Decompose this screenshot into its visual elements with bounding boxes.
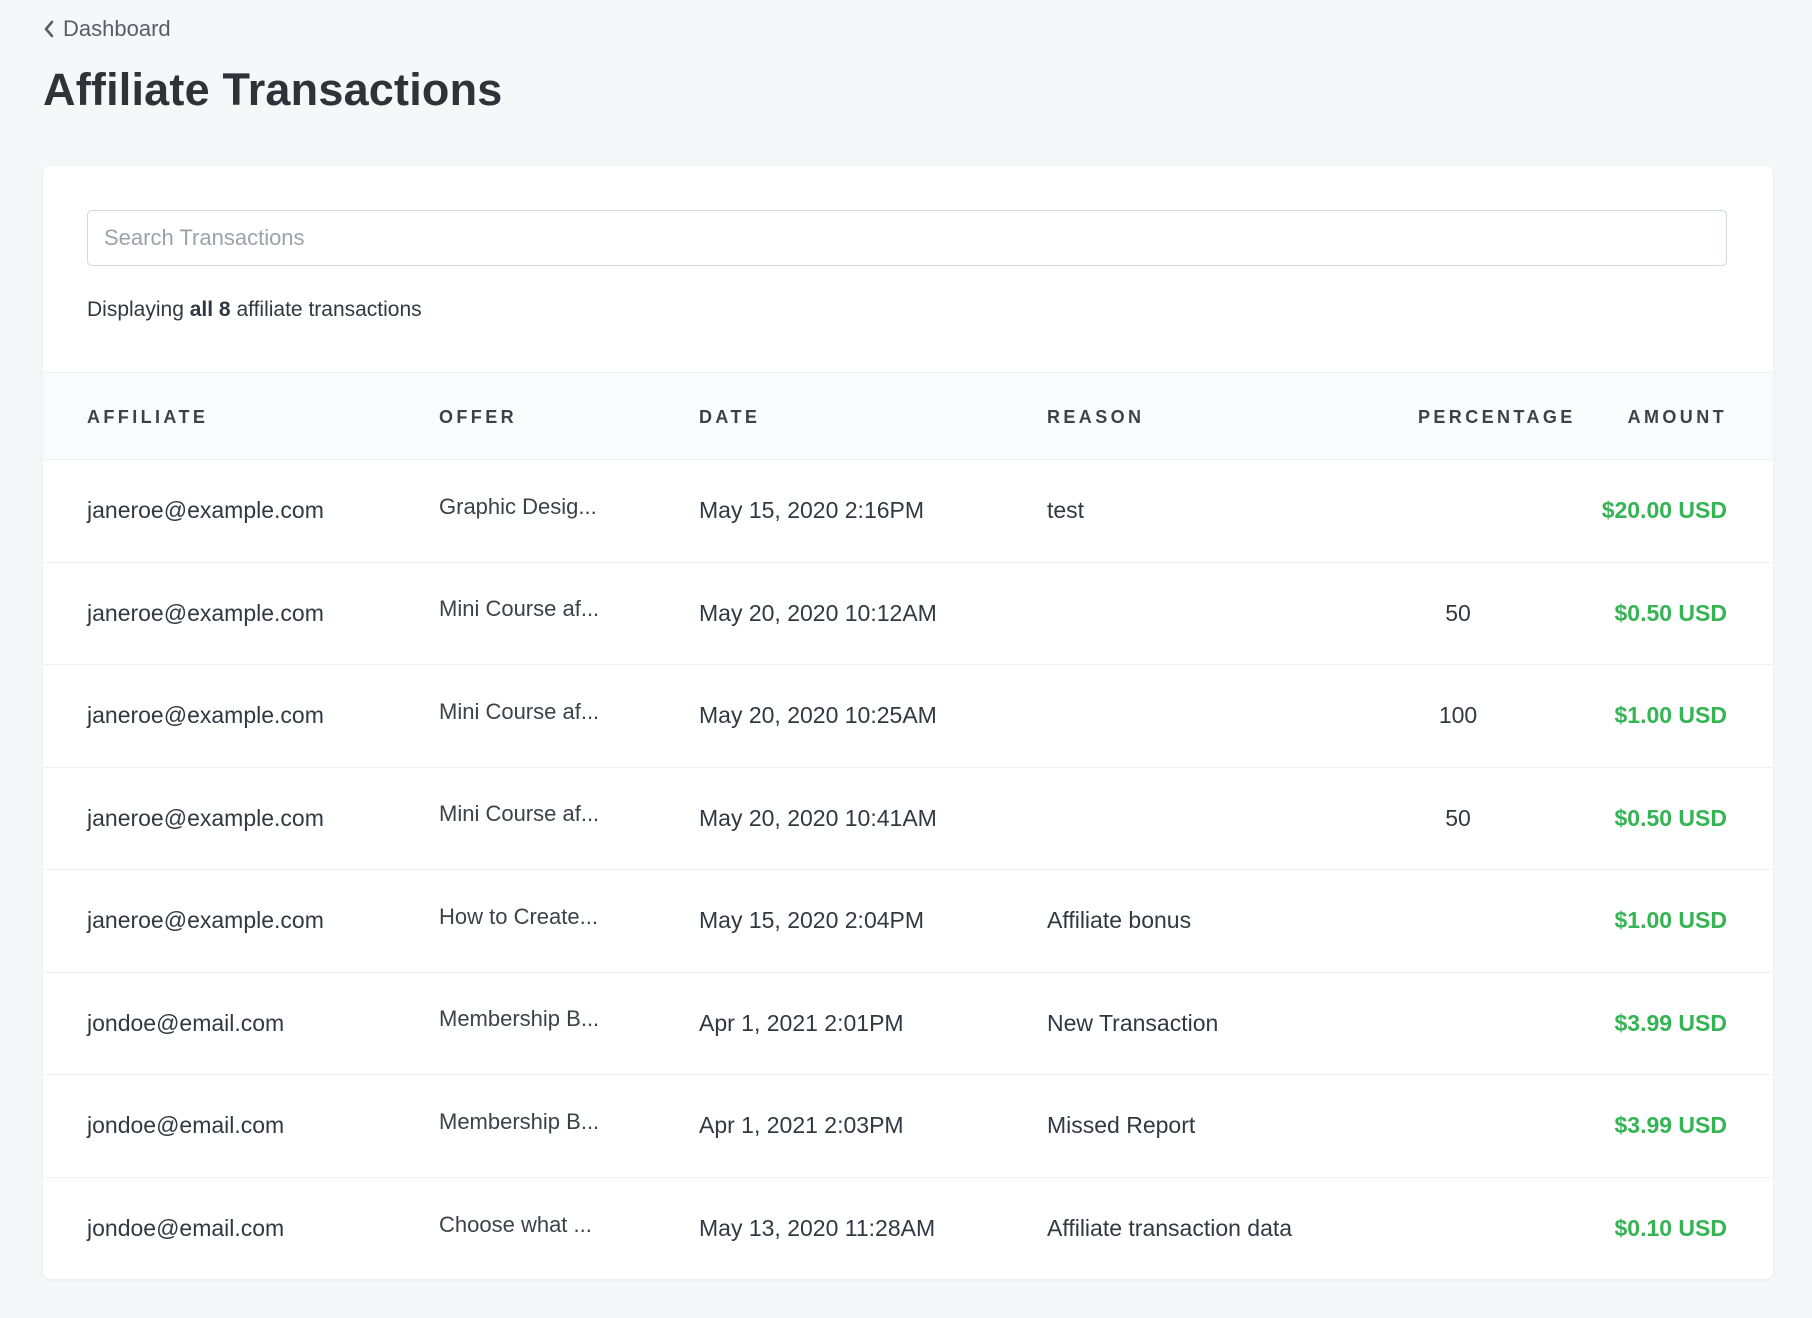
reason-cell: Missed Report (1047, 1112, 1196, 1139)
offer-cell: Membership B... (439, 1108, 600, 1134)
search-input[interactable] (87, 210, 1727, 266)
affiliate-cell: janeroe@example.com (87, 497, 324, 524)
column-header-amount: AMOUNT (1627, 406, 1727, 427)
reason-cell: test (1047, 497, 1085, 524)
percentage-cell (1373, 973, 1543, 1075)
reason-cell: Affiliate transaction data (1047, 1215, 1293, 1242)
page-title: Affiliate Transactions (43, 64, 503, 115)
table-row[interactable]: janeroe@example.com Mini Course af... May … (43, 768, 1773, 870)
column-header-offer: OFFER (439, 406, 517, 427)
percentage-cell (1373, 460, 1543, 562)
date-cell: May 20, 2020 10:41AM (699, 804, 937, 831)
amount-cell: $20.00 USD (1601, 497, 1727, 524)
reason-cell: New Transaction (1047, 1009, 1219, 1036)
back-to-dashboard-link[interactable]: Dashboard (43, 16, 171, 42)
percentage-cell: 50 (1445, 599, 1471, 626)
affiliate-cell: janeroe@example.com (87, 907, 324, 934)
offer-cell: Graphic Desig... (439, 493, 597, 519)
amount-cell: $0.50 USD (1614, 599, 1727, 626)
affiliate-cell: janeroe@example.com (87, 702, 324, 729)
offer-cell: Mini Course af... (439, 596, 600, 622)
amount-cell: $1.00 USD (1614, 907, 1727, 934)
affiliate-cell: janeroe@example.com (87, 599, 324, 626)
table-row[interactable]: janeroe@example.com Mini Course af... May … (43, 665, 1773, 768)
affiliate-cell: jondoe@email.com (87, 1009, 285, 1036)
table-body: janeroe@example.com Graphic Desig... May 1… (43, 460, 1773, 1279)
column-header-date: DATE (699, 406, 761, 427)
table-row[interactable]: janeroe@example.com Graphic Desig... May 1… (43, 460, 1773, 563)
date-cell: May 20, 2020 10:12AM (699, 599, 937, 626)
affiliate-cell: jondoe@email.com (87, 1215, 285, 1242)
table-row[interactable]: jondoe@email.com Choose what ... May 13, 2… (43, 1178, 1773, 1280)
percentage-cell (1373, 870, 1543, 972)
chevron-left-icon (43, 19, 55, 39)
table-header: AFFILIATE OFFER DATE REASON PERCENTAGE A… (43, 372, 1773, 460)
date-cell: Apr 1, 2021 2:01PM (699, 1009, 904, 1036)
column-header-percentage: PERCENTAGE (1418, 406, 1576, 427)
date-cell: May 13, 2020 11:28AM (699, 1215, 936, 1242)
results-summary: Displaying all 8 affiliate transactions (87, 298, 422, 322)
amount-cell: $1.00 USD (1614, 702, 1727, 729)
transactions-table: AFFILIATE OFFER DATE REASON PERCENTAGE A… (43, 372, 1773, 1279)
percentage-cell (1373, 1178, 1543, 1280)
table-row[interactable]: janeroe@example.com Mini Course af... May … (43, 563, 1773, 665)
date-cell: May 20, 2020 10:25AM (699, 702, 937, 729)
amount-cell: $3.99 USD (1614, 1009, 1727, 1036)
offer-cell: Choose what ... (439, 1211, 592, 1237)
summary-count: all 8 (189, 298, 231, 321)
reason-cell: Affiliate bonus (1047, 907, 1192, 934)
column-header-reason: REASON (1047, 406, 1145, 427)
offer-cell: Membership B... (439, 1006, 600, 1032)
amount-cell: $3.99 USD (1614, 1112, 1727, 1139)
date-cell: May 15, 2020 2:04PM (699, 907, 925, 934)
summary-prefix: Displaying (87, 298, 184, 321)
percentage-cell: 50 (1445, 804, 1471, 831)
amount-cell: $0.10 USD (1614, 1215, 1727, 1242)
affiliate-cell: jondoe@email.com (87, 1112, 285, 1139)
percentage-cell: 100 (1438, 702, 1478, 729)
percentage-cell (1373, 1075, 1543, 1177)
table-row[interactable]: jondoe@email.com Membership B... Apr 1, 20… (43, 1075, 1773, 1178)
offer-cell: Mini Course af... (439, 698, 600, 724)
table-row[interactable]: jondoe@email.com Membership B... Apr 1, 20… (43, 973, 1773, 1075)
date-cell: May 15, 2020 2:16PM (699, 497, 925, 524)
offer-cell: Mini Course af... (439, 801, 600, 827)
table-row[interactable]: janeroe@example.com How to Create... May 1… (43, 870, 1773, 973)
column-header-affiliate: AFFILIATE (87, 406, 209, 427)
summary-suffix: affiliate transactions (236, 298, 422, 321)
transactions-card: Displaying all 8 affiliate transactions … (43, 166, 1773, 1279)
amount-cell: $0.50 USD (1614, 804, 1727, 831)
back-link-label: Dashboard (63, 16, 171, 41)
affiliate-cell: janeroe@example.com (87, 804, 324, 831)
offer-cell: How to Create... (439, 903, 598, 929)
date-cell: Apr 1, 2021 2:03PM (699, 1112, 904, 1139)
